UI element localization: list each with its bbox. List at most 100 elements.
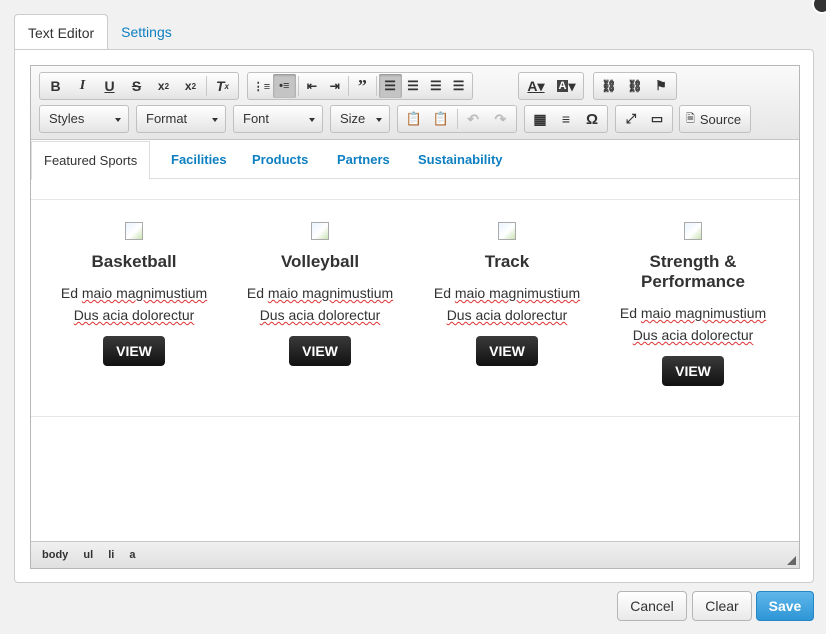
numbered-list-icon[interactable]: ⋮≡ [250, 74, 273, 98]
justify-icon[interactable]: ☰ [447, 74, 470, 98]
chevron-down-icon [212, 118, 218, 122]
toolbar-separator [348, 76, 349, 96]
desc-line2: Dus acia dolorectur [632, 327, 754, 343]
content-tab-partners[interactable]: Partners [337, 141, 390, 179]
strikethrough-icon[interactable]: S [123, 74, 150, 98]
chevron-down-icon [115, 118, 121, 122]
horizontal-line-icon[interactable]: ≡ [553, 107, 579, 131]
blockquote-icon[interactable]: ” [351, 74, 374, 98]
editor-toolbar: B I U S x2 x2 Tx ⋮≡ •≡ ⇤ ⇥ ” ☰ ☰ ☰ ☰ A▾ … [31, 66, 799, 140]
desc-line2: Dus acia dolorectur [259, 307, 381, 323]
chevron-down-icon [309, 118, 315, 122]
text-color-icon[interactable]: A▾ [521, 74, 551, 98]
resize-handle-icon[interactable] [787, 556, 796, 565]
desc-line1-prefix: Ed [433, 285, 455, 301]
maximize-icon[interactable]: ⤢ [618, 107, 644, 131]
view-button[interactable]: VIEW [103, 336, 165, 366]
broken-image-icon [684, 222, 702, 240]
align-center-icon[interactable]: ☰ [402, 74, 425, 98]
superscript-icon[interactable]: x2 [177, 74, 204, 98]
tab-settings[interactable]: Settings [108, 14, 185, 50]
link-group: ⛓ ⛓ ⚑ [593, 72, 677, 100]
source-button-label: Source [699, 111, 742, 127]
paste-word-icon[interactable]: 📋 [427, 107, 454, 131]
path-item-a[interactable]: a [129, 549, 135, 561]
content-tab-products[interactable]: Products [252, 141, 308, 179]
desc-line1-prefix: Ed [246, 285, 268, 301]
underline-icon[interactable]: U [96, 74, 123, 98]
cancel-button[interactable]: Cancel [617, 591, 687, 621]
insert-group: ▦ ≡ Ω [524, 105, 608, 133]
sport-card-description: Ed maio magnimustium Dus acia dolorectur [227, 282, 413, 326]
undo-icon[interactable]: ↶ [459, 107, 486, 131]
close-dialog-icon[interactable] [812, 0, 826, 14]
format-dropdown[interactable]: Format [136, 105, 226, 133]
sport-card-volleyball: Volleyball Ed maio magnimustium Dus acia… [227, 222, 413, 366]
desc-line1-misspelled: maio magnimustium [640, 305, 767, 321]
remove-format-icon[interactable]: Tx [209, 74, 236, 98]
dialog-panel: B I U S x2 x2 Tx ⋮≡ •≡ ⇤ ⇥ ” ☰ ☰ ☰ ☰ A▾ … [14, 49, 814, 583]
paste-text-icon[interactable]: 📋 [400, 107, 427, 131]
clear-button[interactable]: Clear [692, 591, 752, 621]
decrease-indent-icon[interactable]: ⇤ [301, 74, 324, 98]
increase-indent-icon[interactable]: ⇥ [323, 74, 346, 98]
path-item-ul[interactable]: ul [83, 549, 93, 561]
sport-card-track: Track Ed maio magnimustium Dus acia dolo… [414, 222, 600, 366]
desc-line2: Dus acia dolorectur [446, 307, 568, 323]
format-dropdown-label: Format [146, 111, 188, 126]
save-button[interactable]: Save [756, 591, 814, 621]
color-group: A▾ A ▾ [518, 72, 584, 100]
show-blocks-icon[interactable]: ▭ [644, 107, 670, 131]
dialog-tabs: Text Editor Settings [14, 14, 185, 51]
tab-text-editor[interactable]: Text Editor [14, 14, 109, 51]
redo-icon[interactable]: ↷ [487, 107, 514, 131]
toolbar-separator [375, 76, 377, 96]
sport-card-description: Ed maio magnimustium Dus acia dolorectur [600, 302, 786, 346]
sport-card-strength-performance: Strength & Performance Ed maio magnimust… [600, 222, 786, 386]
content-tab-sustainability[interactable]: Sustainability [418, 141, 503, 179]
path-item-body[interactable]: body [42, 549, 68, 561]
align-left-icon[interactable]: ☰ [378, 74, 402, 98]
sport-card-title: Track [484, 252, 530, 271]
path-item-li[interactable]: li [108, 549, 114, 561]
background-color-icon[interactable]: A ▾ [551, 74, 581, 98]
styles-dropdown[interactable]: Styles [39, 105, 129, 133]
content-tab-facilities[interactable]: Facilities [171, 141, 227, 179]
unlink-icon[interactable]: ⛓ [622, 74, 648, 98]
sport-card-basketball: Basketball Ed maio magnimustium Dus acia… [41, 222, 227, 366]
anchor-flag-icon[interactable]: ⚑ [648, 74, 674, 98]
align-right-icon[interactable]: ☰ [424, 74, 447, 98]
subscript-icon[interactable]: x2 [150, 74, 177, 98]
italic-icon[interactable]: I [69, 74, 96, 98]
view-button[interactable]: VIEW [476, 336, 538, 366]
toolbar-separator [297, 76, 299, 96]
sport-card-title: Strength & Performance [641, 252, 745, 291]
link-icon[interactable]: ⛓ [596, 74, 622, 98]
size-dropdown[interactable]: Size [330, 105, 390, 133]
broken-image-icon [498, 222, 516, 240]
size-dropdown-label: Size [340, 111, 366, 126]
source-document-icon: 🗎 [686, 112, 695, 125]
rich-text-editor: B I U S x2 x2 Tx ⋮≡ •≡ ⇤ ⇥ ” ☰ ☰ ☰ ☰ A▾ … [30, 65, 800, 569]
source-button[interactable]: 🗎 Source [679, 105, 751, 133]
table-icon[interactable]: ▦ [527, 107, 553, 131]
featured-sports-panel: Basketball Ed maio magnimustium Dus acia… [31, 199, 799, 417]
bulleted-list-icon[interactable]: •≡ [272, 74, 296, 98]
sport-card-description: Ed maio magnimustium Dus acia dolorectur [414, 282, 600, 326]
styles-dropdown-label: Styles [49, 111, 85, 126]
desc-line1-prefix: Ed [619, 305, 641, 321]
chevron-down-icon [376, 118, 382, 122]
content-tab-featured-sports[interactable]: Featured Sports [31, 141, 151, 180]
special-character-icon[interactable]: Ω [579, 107, 605, 131]
desc-line1-misspelled: maio magnimustium [267, 285, 394, 301]
view-button[interactable]: VIEW [662, 356, 724, 386]
paragraph-group: ⋮≡ •≡ ⇤ ⇥ ” ☰ ☰ ☰ ☰ [247, 72, 473, 100]
sport-card-title: Volleyball [280, 252, 360, 271]
sport-card-title: Basketball [91, 252, 177, 271]
bold-icon[interactable]: B [42, 74, 69, 98]
desc-line1-misspelled: maio magnimustium [81, 285, 208, 301]
tools-group: ⤢ ▭ [615, 105, 673, 133]
view-button[interactable]: VIEW [289, 336, 351, 366]
editor-content-area[interactable]: Featured Sports Facilities Products Part… [31, 141, 799, 541]
font-dropdown[interactable]: Font [233, 105, 323, 133]
